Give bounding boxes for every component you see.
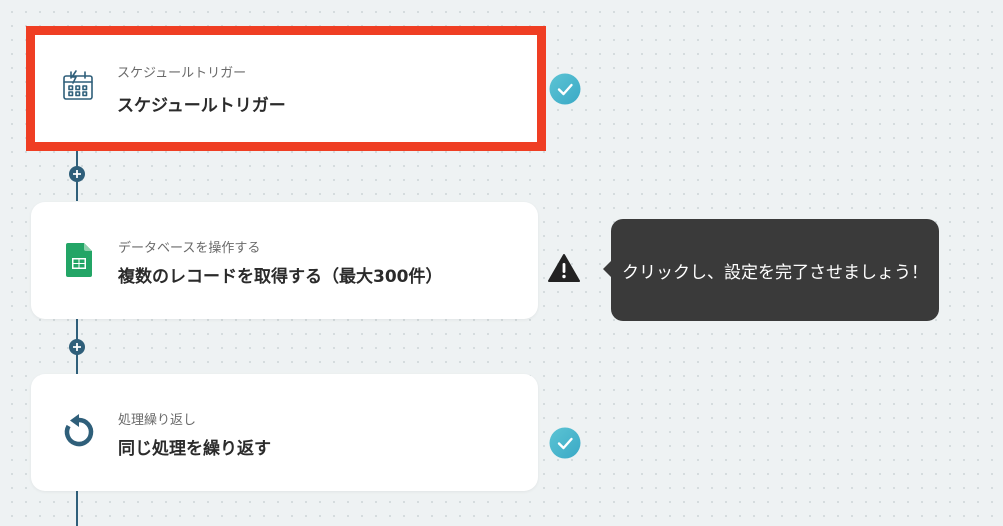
step-title: スケジュールトリガー (117, 96, 286, 116)
step-card-loop[interactable]: 処理繰り返し 同じ処理を繰り返す (31, 374, 538, 491)
tooltip-text: クリックし、設定を完了させましょう！ (622, 262, 928, 283)
step-category: スケジュールトリガー (117, 66, 247, 81)
google-sheets-icon (61, 242, 97, 278)
warning-icon (548, 252, 580, 284)
flow-canvas: スケジュールトリガー スケジュールトリガー データベースを操作する 複数のレコー… (0, 0, 1003, 526)
add-step-button[interactable] (69, 166, 85, 182)
schedule-trigger-icon (60, 67, 96, 103)
step-title: 複数のレコードを取得する（最大300件） (118, 267, 443, 287)
tooltip: クリックし、設定を完了させましょう！ (603, 219, 939, 321)
plus-icon (73, 170, 81, 178)
loop-icon (61, 414, 97, 450)
check-icon (549, 73, 581, 105)
step-card-schedule-trigger[interactable]: スケジュールトリガー スケジュールトリガー (26, 26, 546, 151)
plus-icon (73, 343, 81, 351)
connector-line (76, 491, 78, 526)
step-title: 同じ処理を繰り返す (118, 439, 271, 459)
add-step-button[interactable] (69, 339, 85, 355)
step-card-database[interactable]: データベースを操作する 複数のレコードを取得する（最大300件） (31, 202, 538, 319)
step-category: データベースを操作する (118, 241, 261, 256)
step-category: 処理繰り返し (118, 413, 197, 428)
check-icon (549, 427, 581, 459)
tooltip-arrow (603, 261, 611, 277)
